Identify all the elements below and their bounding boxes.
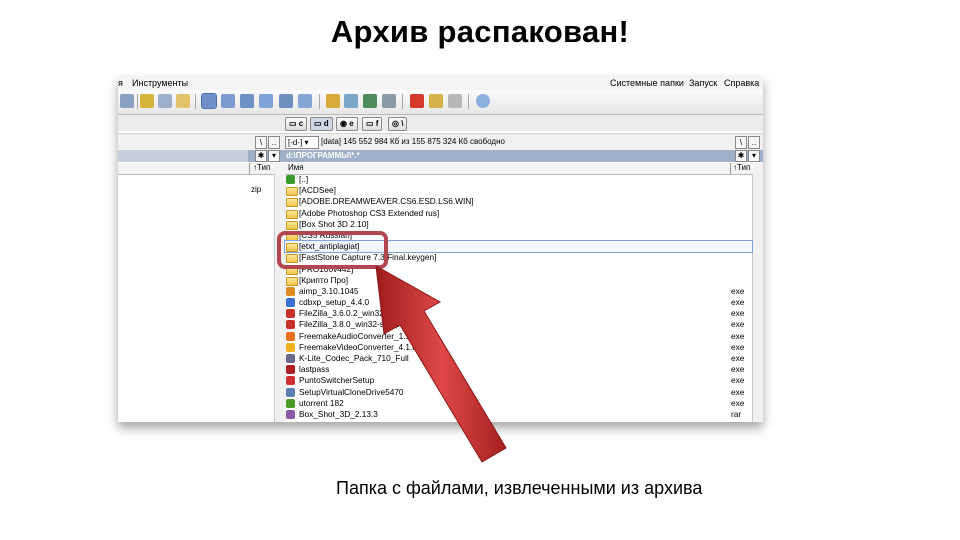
slide-caption: Папка с файлами, извлеченными из архива [336,478,703,498]
pointer-arrow [375,265,507,463]
arrow-shape [375,265,507,463]
